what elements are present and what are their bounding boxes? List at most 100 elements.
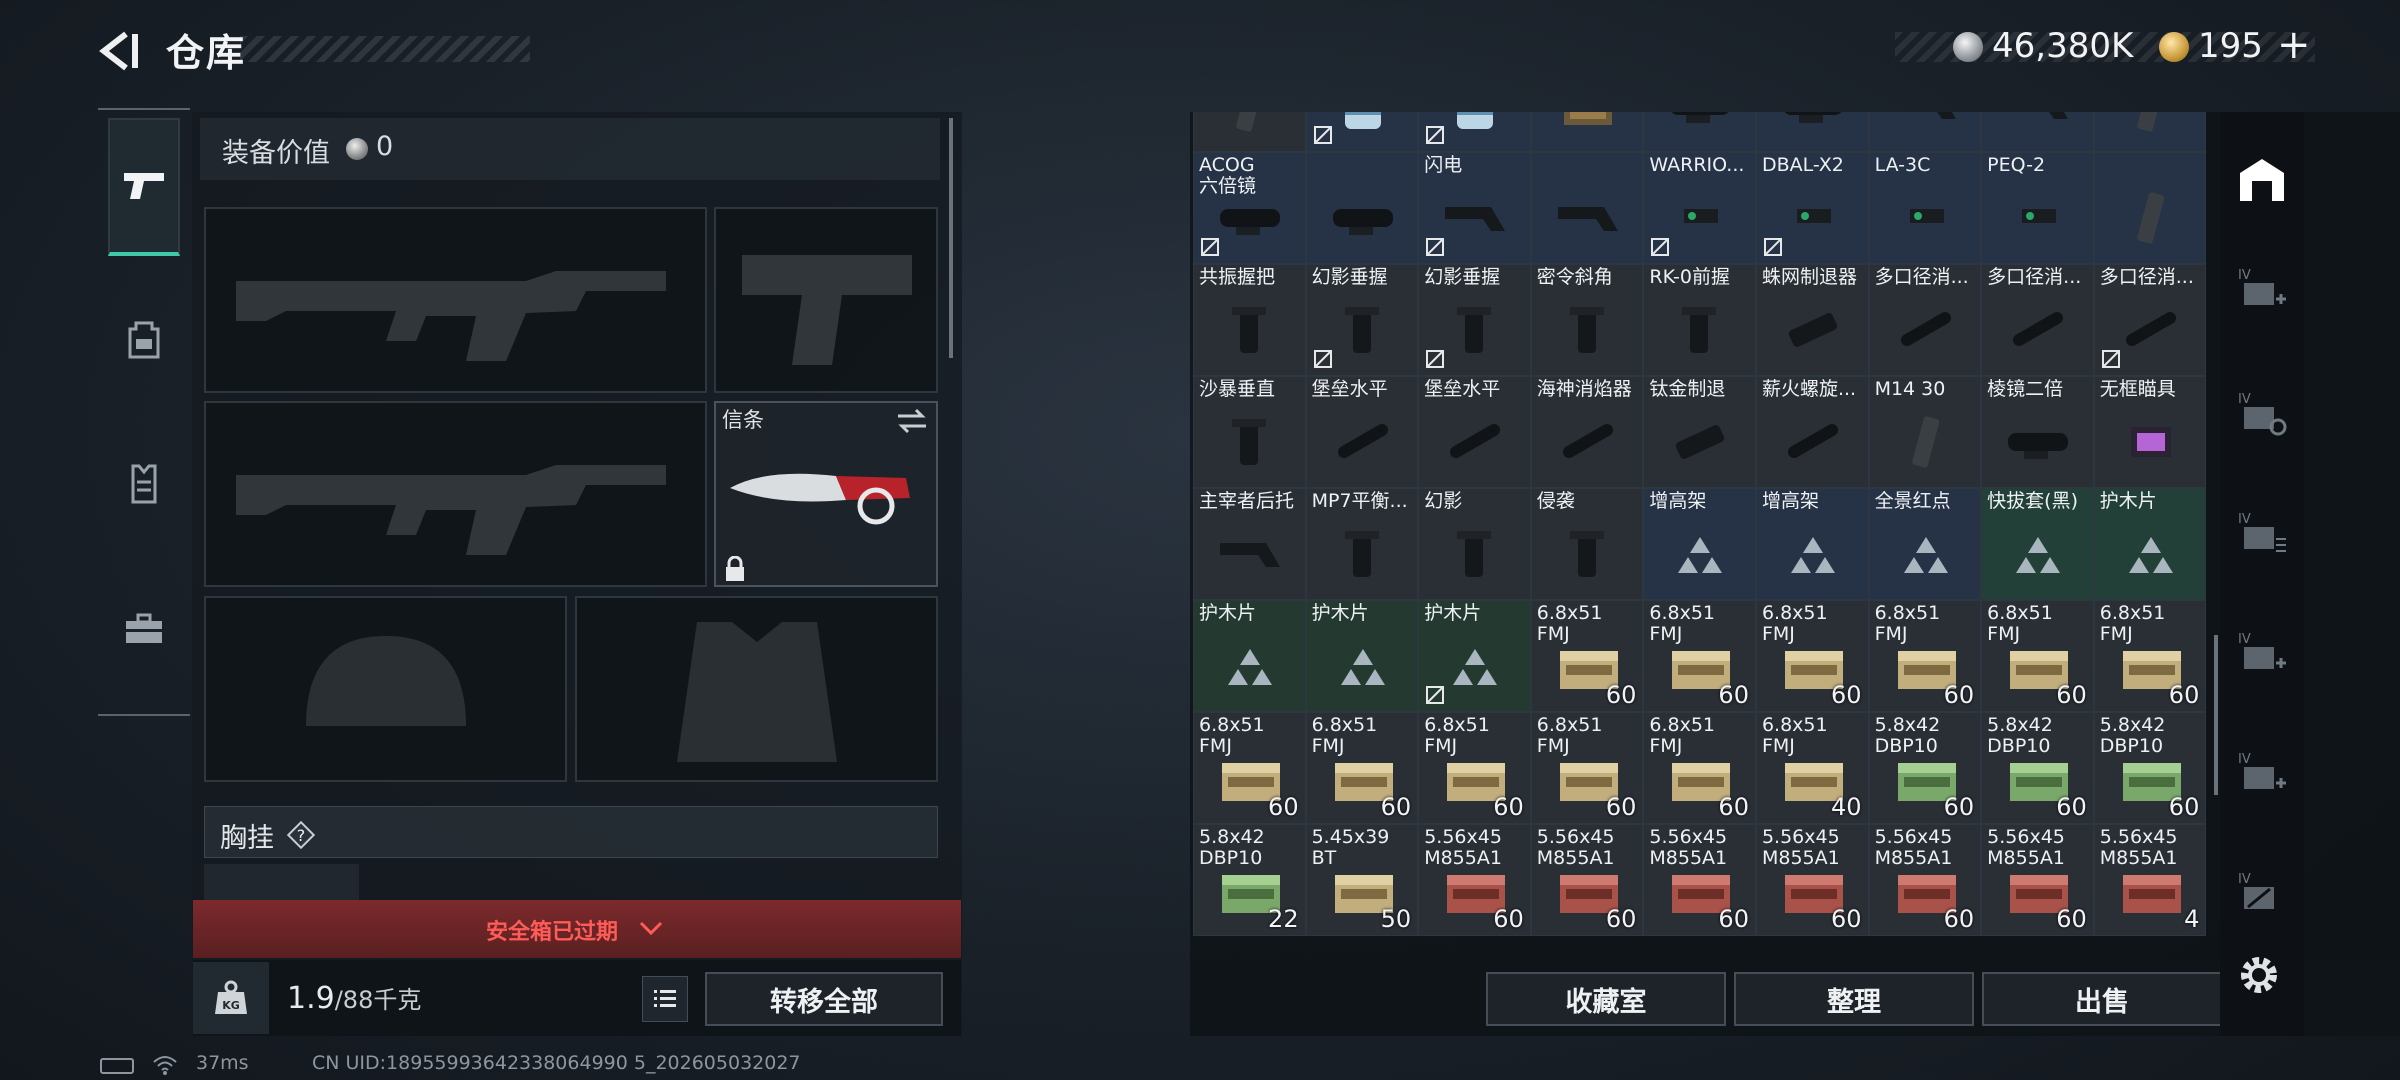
storage-item[interactable]: 海神消焰器: [1530, 376, 1644, 488]
storage-item[interactable]: 5.56x45 M855A1 60: [1981, 824, 2094, 936]
storage-item[interactable]: [1305, 152, 1419, 264]
primary-weapon-slot-1[interactable]: [204, 207, 707, 393]
storage-item[interactable]: 闪电: [1418, 152, 1531, 264]
sort-button[interactable]: 整理: [1734, 972, 1974, 1026]
storage-item[interactable]: 护木片: [2093, 488, 2207, 600]
storage-item[interactable]: 5.8x42 DBP10 60: [1868, 712, 1982, 824]
storage-item[interactable]: 钛金制退: [1643, 376, 1756, 488]
tab-chest-rig[interactable]: [108, 414, 180, 552]
storage-item[interactable]: 幻影: [1418, 488, 1531, 600]
tab-weapons[interactable]: [108, 118, 180, 256]
storage-item[interactable]: 5.45x39 BT 50: [1305, 824, 1419, 936]
storage-item[interactable]: 多口径消...: [1981, 264, 2094, 376]
transfer-all-button[interactable]: 转移全部: [705, 972, 943, 1026]
storage-item[interactable]: RK-0前握: [1643, 264, 1756, 376]
storage-item[interactable]: 5.56x45 M855A1 60: [1868, 824, 1982, 936]
storage-item[interactable]: 5.8x42 DBP10 22: [1193, 824, 1306, 936]
storage-item[interactable]: 护木片: [1193, 600, 1306, 712]
storage-item[interactable]: 密令斜角: [1530, 264, 1644, 376]
storage-item[interactable]: 棱镜二倍: [1981, 376, 2094, 488]
storage-item[interactable]: 6.8x51 FMJ 60: [1755, 600, 1869, 712]
storage-item[interactable]: 5.56x45 M855A1 60: [1530, 824, 1644, 936]
tab-storage-iv-4[interactable]: IV: [2222, 600, 2302, 710]
storage-item[interactable]: DBAL-X2: [1755, 152, 1869, 264]
storage-item[interactable]: 共振握把: [1193, 264, 1306, 376]
armor-slot[interactable]: [575, 596, 938, 782]
storage-item[interactable]: 护木片: [1418, 600, 1531, 712]
storage-item[interactable]: ACOG 六倍镜: [1193, 152, 1306, 264]
scrollbar[interactable]: [949, 118, 953, 358]
storage-item[interactable]: 5.56x45 M855A1 60: [1755, 824, 1869, 936]
storage-item[interactable]: 快拔套(黑): [1981, 488, 2094, 600]
gear-icon[interactable]: [2236, 952, 2282, 998]
storage-item[interactable]: 沙暴垂直: [1193, 376, 1306, 488]
storage-item[interactable]: 增高架: [1755, 488, 1869, 600]
storage-item[interactable]: [1418, 112, 1531, 152]
storage-item[interactable]: 6.8x51 FMJ 60: [1643, 712, 1756, 824]
tab-warehouse[interactable]: [2222, 124, 2302, 234]
storage-item[interactable]: 5.56x45 M855A1 4: [2093, 824, 2207, 936]
storage-item[interactable]: [2093, 152, 2207, 264]
storage-item[interactable]: PEQ-2: [1981, 152, 2094, 264]
storage-item[interactable]: M14 30: [1868, 376, 1982, 488]
storage-item[interactable]: 6.8x51 FMJ 60: [1530, 712, 1644, 824]
helmet-slot[interactable]: [204, 596, 567, 782]
storage-item[interactable]: [1193, 112, 1306, 152]
chest-rig-slot[interactable]: [204, 864, 359, 900]
storage-item[interactable]: WARRIO...: [1643, 152, 1756, 264]
storage-item[interactable]: 蛛网制退器: [1755, 264, 1869, 376]
scrollbar[interactable]: [2214, 635, 2218, 795]
storage-item[interactable]: 幻影垂握: [1305, 264, 1419, 376]
storage-item[interactable]: 5.56x45 M855A1 60: [1418, 824, 1531, 936]
tab-backpack[interactable]: [108, 270, 180, 408]
storage-item[interactable]: [1755, 112, 1869, 152]
storage-item[interactable]: 5.8x42 DBP10 60: [1981, 712, 2094, 824]
storage-item[interactable]: 5.8x42 DBP10 60: [2093, 712, 2207, 824]
storage-item[interactable]: [1530, 112, 1644, 152]
tab-storage-iv-2[interactable]: IV: [2222, 360, 2302, 470]
collection-room-button[interactable]: 收藏室: [1486, 972, 1726, 1026]
pistol-slot[interactable]: [714, 207, 938, 393]
tab-storage-iv-1[interactable]: IV: [2222, 236, 2302, 346]
storage-item[interactable]: 6.8x51 FMJ 40: [1755, 712, 1869, 824]
swap-icon[interactable]: [896, 407, 928, 435]
storage-item[interactable]: 6.8x51 FMJ 60: [1868, 600, 1982, 712]
storage-item[interactable]: 侵袭: [1530, 488, 1644, 600]
storage-item[interactable]: 6.8x51 FMJ 60: [2093, 600, 2207, 712]
storage-item[interactable]: 6.8x51 FMJ 60: [1643, 600, 1756, 712]
storage-item[interactable]: 薪火螺旋...: [1755, 376, 1869, 488]
storage-item[interactable]: MP7平衡...: [1305, 488, 1419, 600]
storage-item[interactable]: 5.56x45 M855A1 60: [1643, 824, 1756, 936]
storage-item[interactable]: [1305, 112, 1419, 152]
storage-item[interactable]: 6.8x51 FMJ 60: [1981, 600, 2094, 712]
tab-case[interactable]: [108, 560, 180, 698]
storage-item[interactable]: 堡垒水平: [1305, 376, 1419, 488]
tab-storage-iv-6[interactable]: IV: [2222, 840, 2302, 950]
storage-item[interactable]: 多口径消...: [1868, 264, 1982, 376]
storage-item[interactable]: [1530, 152, 1644, 264]
storage-item[interactable]: 6.8x51 FMJ 60: [1418, 712, 1531, 824]
storage-item[interactable]: 6.8x51 FMJ 60: [1193, 712, 1306, 824]
tab-storage-iv-5[interactable]: IV: [2222, 720, 2302, 830]
storage-item[interactable]: 主宰者后托: [1193, 488, 1306, 600]
storage-item[interactable]: 幻影垂握: [1418, 264, 1531, 376]
storage-item[interactable]: [1981, 112, 2094, 152]
storage-item[interactable]: 6.8x51 FMJ 60: [1530, 600, 1644, 712]
storage-item[interactable]: [1868, 112, 1982, 152]
storage-item[interactable]: 全景红点: [1868, 488, 1982, 600]
help-icon[interactable]: ?: [286, 820, 316, 850]
storage-item[interactable]: 多口径消...: [2093, 264, 2207, 376]
storage-item[interactable]: [2093, 112, 2207, 152]
storage-item[interactable]: 堡垒水平: [1418, 376, 1531, 488]
storage-item[interactable]: 6.8x51 FMJ 60: [1305, 712, 1419, 824]
sell-button[interactable]: 出售: [1982, 972, 2222, 1026]
primary-weapon-slot-2[interactable]: [204, 401, 707, 587]
storage-item[interactable]: LA-3C: [1868, 152, 1982, 264]
back-arrow-icon[interactable]: [96, 28, 142, 74]
tab-storage-iv-3[interactable]: IV: [2222, 480, 2302, 590]
add-gold-button[interactable]: +: [2277, 22, 2311, 68]
storage-item[interactable]: 增高架: [1643, 488, 1756, 600]
list-view-button[interactable]: [642, 976, 688, 1022]
storage-item[interactable]: 无框瞄具: [2093, 376, 2207, 488]
storage-item[interactable]: [1643, 112, 1756, 152]
